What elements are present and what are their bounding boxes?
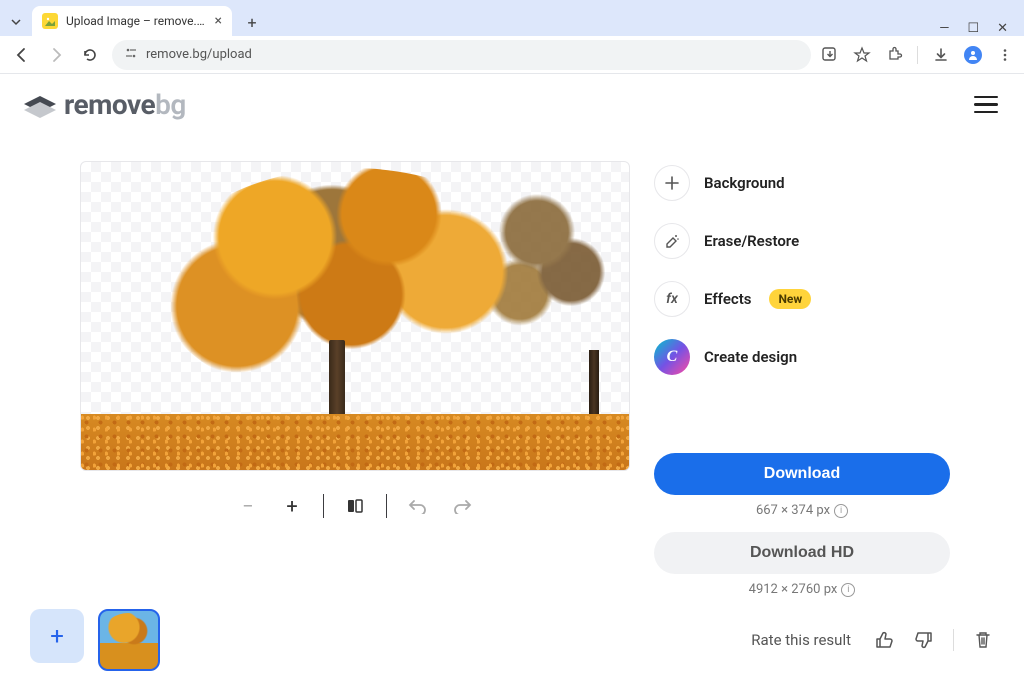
download-hd-dimensions: 4912 × 2760 px i xyxy=(749,582,856,597)
footer-bar: + Rate this result xyxy=(0,609,1024,671)
menu-hamburger-icon[interactable] xyxy=(974,96,998,114)
zoom-out-button[interactable]: − xyxy=(235,493,261,519)
erase-restore-label: Erase/Restore xyxy=(704,232,799,250)
undo-button[interactable] xyxy=(405,493,431,519)
add-image-button[interactable]: + xyxy=(30,609,84,663)
compare-toggle-icon[interactable] xyxy=(342,493,368,519)
canva-icon: C xyxy=(654,339,690,375)
info-icon[interactable]: i xyxy=(834,504,848,518)
address-bar[interactable]: remove.bg/upload xyxy=(112,40,811,70)
redo-button[interactable] xyxy=(449,493,475,519)
tab-title: Upload Image – remove.bg xyxy=(66,14,207,28)
bookmark-star-icon[interactable] xyxy=(853,46,871,64)
download-hd-button[interactable]: Download HD xyxy=(654,532,950,574)
app-header: removebg xyxy=(0,74,1024,131)
image-toolbar: − + xyxy=(235,493,475,519)
tab-close-icon[interactable]: × xyxy=(215,13,222,29)
new-badge: New xyxy=(769,289,811,309)
image-thumbnail[interactable] xyxy=(98,609,160,671)
rate-label: Rate this result xyxy=(751,631,851,649)
effects-tool[interactable]: fx Effects New xyxy=(654,277,950,321)
result-image xyxy=(81,162,629,470)
create-design-tool[interactable]: C Create design xyxy=(654,335,950,379)
install-app-icon[interactable] xyxy=(821,46,839,64)
new-tab-button[interactable]: + xyxy=(238,8,266,36)
profile-avatar-icon[interactable] xyxy=(964,46,982,64)
thumbs-up-button[interactable] xyxy=(873,629,895,651)
effects-fx-icon: fx xyxy=(654,281,690,317)
thumbs-down-button[interactable] xyxy=(913,629,935,651)
tab-favicon-icon xyxy=(42,13,58,29)
extensions-icon[interactable] xyxy=(885,46,903,64)
image-preview xyxy=(80,161,630,471)
browser-toolbar: remove.bg/upload xyxy=(0,36,1024,74)
logo[interactable]: removebg xyxy=(22,88,186,121)
browser-tab-strip: Upload Image – remove.bg × + — ☐ ✕ xyxy=(0,0,1024,36)
separator xyxy=(953,629,954,651)
background-tool-label: Background xyxy=(704,174,785,192)
info-icon[interactable]: i xyxy=(841,583,855,597)
window-minimize-icon[interactable]: — xyxy=(939,21,949,36)
erase-restore-tool[interactable]: Erase/Restore xyxy=(654,219,950,263)
background-tool[interactable]: Background xyxy=(654,161,950,205)
logo-text: removebg xyxy=(64,88,186,121)
download-dimensions: 667 × 374 px i xyxy=(756,503,848,518)
logo-mark-icon xyxy=(22,92,54,118)
separator xyxy=(323,494,324,518)
forward-button[interactable] xyxy=(44,43,68,67)
window-close-icon[interactable]: ✕ xyxy=(997,21,1008,36)
effects-label: Effects xyxy=(704,290,751,308)
downloads-icon[interactable] xyxy=(932,46,950,64)
browser-tab[interactable]: Upload Image – remove.bg × xyxy=(32,6,232,36)
address-url-text: remove.bg/upload xyxy=(146,47,252,62)
delete-button[interactable] xyxy=(972,629,994,651)
plus-icon xyxy=(654,165,690,201)
download-button[interactable]: Download xyxy=(654,453,950,495)
erase-icon xyxy=(654,223,690,259)
window-controls: — ☐ ✕ xyxy=(939,21,1016,36)
zoom-in-button[interactable]: + xyxy=(279,493,305,519)
separator xyxy=(386,494,387,518)
tab-search-dropdown[interactable] xyxy=(4,8,28,36)
window-maximize-icon[interactable]: ☐ xyxy=(967,21,979,36)
reload-button[interactable] xyxy=(78,43,102,67)
chrome-menu-icon[interactable] xyxy=(996,46,1014,64)
site-settings-icon[interactable] xyxy=(124,46,138,63)
create-design-label: Create design xyxy=(704,348,797,366)
back-button[interactable] xyxy=(10,43,34,67)
